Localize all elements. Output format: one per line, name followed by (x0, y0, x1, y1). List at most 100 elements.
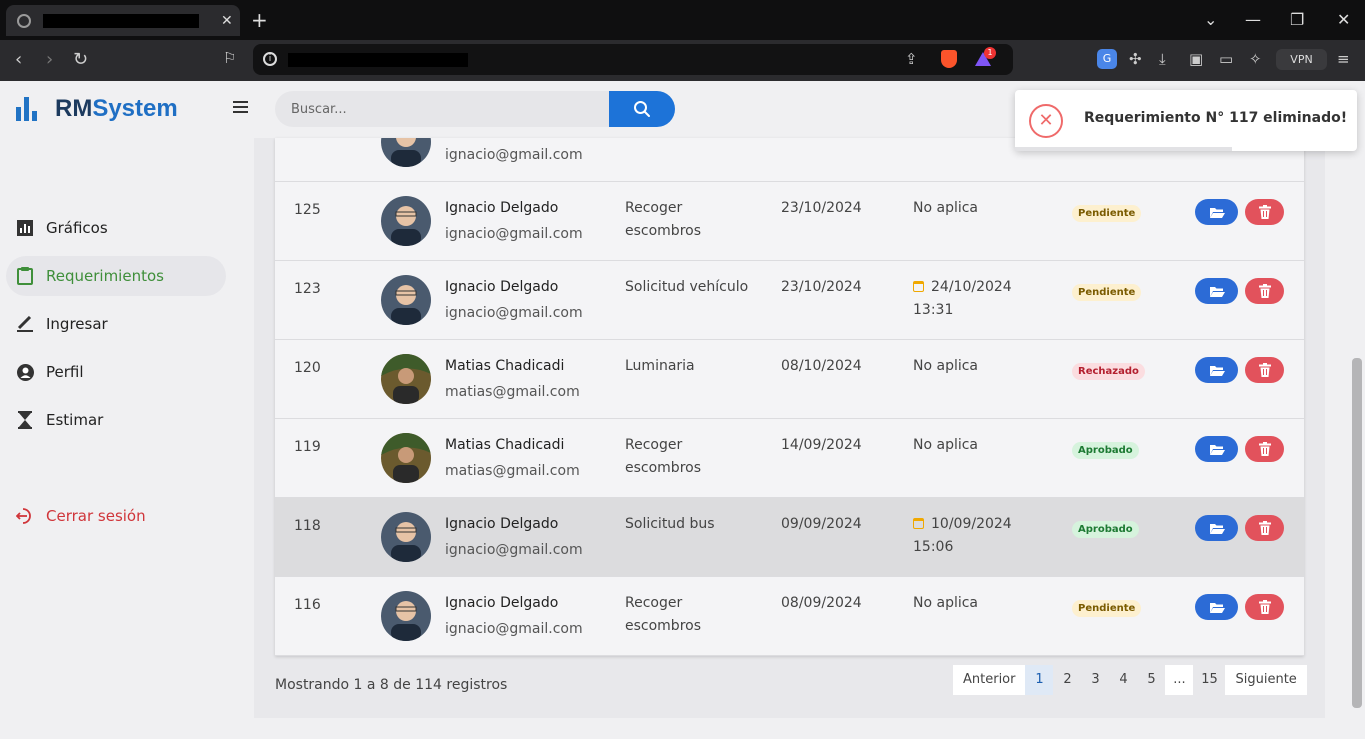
table-cell-email: ignacio@gmail.com (445, 621, 583, 637)
download-icon[interactable]: ⤓ (1159, 50, 1166, 68)
sidebar-item-label: Gráficos (46, 219, 108, 237)
status-badge: Aprobado (1072, 442, 1139, 459)
avatar (381, 354, 431, 404)
close-window-icon[interactable]: ✕ (1337, 10, 1350, 29)
sidebar-item-graficos[interactable]: Gráficos (6, 208, 226, 248)
view-button[interactable] (1195, 515, 1238, 541)
site-info-icon[interactable]: i (263, 52, 277, 66)
share-icon[interactable]: ⇪ (905, 50, 918, 68)
search-button[interactable] (609, 91, 675, 127)
pagination-page[interactable]: 3 (1081, 665, 1109, 695)
view-button[interactable] (1195, 357, 1238, 383)
logout-icon (16, 507, 34, 525)
menu-icon[interactable]: ≡ (1337, 50, 1350, 68)
sidebar-item-label: Estimar (46, 411, 104, 429)
browser-tab[interactable]: ✕ (6, 5, 240, 36)
avatar (381, 138, 431, 167)
calendar-icon (913, 281, 924, 292)
sidebar-item-ingresar[interactable]: Ingresar (6, 304, 226, 344)
brand-name: RMSystem (55, 95, 178, 123)
table-cell-response-text: No aplica (913, 358, 979, 374)
view-button[interactable] (1195, 594, 1238, 620)
translate-extension-icon[interactable]: G (1097, 49, 1117, 69)
logout-button[interactable]: Cerrar sesión (6, 496, 226, 536)
toast-progress-bar (1015, 147, 1232, 151)
table-cell-email: matias@gmail.com (445, 463, 580, 479)
brave-shields-icon[interactable] (941, 50, 957, 68)
delete-button[interactable] (1245, 278, 1284, 304)
maximize-icon[interactable]: ❐ (1290, 10, 1304, 29)
tab-list-chevron-icon[interactable]: ⌄ (1204, 10, 1217, 29)
table-cell-email: matias@gmail.com (445, 384, 580, 400)
vpn-button[interactable]: VPN (1276, 49, 1327, 70)
delete-button[interactable] (1245, 436, 1284, 462)
delete-button[interactable] (1245, 594, 1284, 620)
hamburger-menu-icon[interactable] (233, 101, 248, 116)
pagination-next[interactable]: Siguiente (1225, 665, 1307, 695)
status-badge: Aprobado (1072, 521, 1139, 538)
delete-button[interactable] (1245, 515, 1284, 541)
minimize-icon[interactable]: — (1245, 10, 1261, 29)
extensions-icon[interactable]: ✣ (1129, 50, 1142, 68)
leo-ai-icon[interactable]: ✧ (1249, 50, 1262, 68)
delete-button[interactable] (1245, 357, 1284, 383)
sidebar-item-perfil[interactable]: Perfil (6, 352, 226, 392)
table-cell-id: 120 (294, 360, 321, 376)
clipboard-icon (16, 267, 34, 285)
folder-open-icon (1209, 364, 1225, 377)
pagination-page[interactable]: 15 (1193, 665, 1225, 695)
table-cell-id: 116 (294, 597, 321, 613)
view-button[interactable] (1195, 199, 1238, 225)
sidebar-toggle-icon[interactable]: ▣ (1189, 50, 1203, 68)
toast-message: Requerimiento N° 117 eliminado! (1084, 110, 1348, 126)
pencil-icon (16, 315, 34, 333)
table-cell-response: 24/10/2024 13:31 (913, 276, 1033, 322)
pagination-page[interactable]: 1 (1025, 665, 1054, 695)
table-summary: Mostrando 1 a 8 de 114 registros (275, 677, 508, 693)
pagination-prev[interactable]: Anterior (953, 665, 1026, 695)
pagination-page[interactable]: 2 (1053, 665, 1081, 695)
forward-icon[interactable]: › (46, 49, 53, 70)
pagination-page[interactable]: 5 (1137, 665, 1165, 695)
brand-logo[interactable]: RMSystem (16, 95, 178, 123)
table-cell-response-text: No aplica (913, 200, 979, 216)
table-cell-response: No aplica (913, 592, 1033, 615)
wallet-icon[interactable]: ▭ (1219, 50, 1233, 68)
search-icon (634, 101, 650, 117)
view-button[interactable] (1195, 278, 1238, 304)
table-row: 116 Ignacio Delgado ignacio@gmail.com Recog… (275, 577, 1304, 656)
avatar (381, 512, 431, 562)
table-cell-date: 14/09/2024 (781, 437, 862, 453)
view-button[interactable] (1195, 436, 1238, 462)
pagination: Anterior 1 2 3 4 5 ... 15 Siguiente (953, 665, 1307, 695)
browser-nav-bar: ‹ › ↻ ⚐ i ⇪ 1 G ✣ ⤓ ▣ ▭ ✧ VPN ≡ (0, 40, 1365, 81)
address-bar[interactable]: i ⇪ 1 (253, 44, 1013, 75)
calendar-icon (913, 518, 924, 529)
new-tab-icon[interactable]: + (251, 8, 268, 32)
avatar (381, 196, 431, 246)
table-cell-email: ignacio@gmail.com (445, 305, 583, 321)
hourglass-icon (16, 411, 34, 429)
reload-icon[interactable]: ↻ (73, 49, 88, 70)
close-tab-icon[interactable]: ✕ (221, 13, 233, 29)
back-icon[interactable]: ‹ (15, 49, 22, 70)
scrollbar-thumb[interactable] (1352, 358, 1362, 708)
sidebar-item-label: Requerimientos (46, 267, 164, 285)
table-cell-name: Ignacio Delgado (445, 200, 559, 216)
bar-chart-icon (16, 219, 34, 237)
logo-bars-icon (16, 97, 37, 121)
trash-icon (1258, 205, 1271, 219)
rewards-badge: 1 (984, 47, 996, 59)
sidebar-item-requerimientos[interactable]: Requerimientos (6, 256, 226, 296)
table-cell-response-text: 24/10/2024 13:31 (913, 279, 1012, 318)
delete-button[interactable] (1245, 199, 1284, 225)
bookmark-icon[interactable]: ⚐ (223, 49, 236, 67)
folder-open-icon (1209, 206, 1225, 219)
pagination-page[interactable]: 4 (1109, 665, 1137, 695)
search-input[interactable] (275, 91, 611, 127)
sidebar-item-estimar[interactable]: Estimar (6, 400, 226, 440)
table-cell-date: 08/09/2024 (781, 595, 862, 611)
avatar (381, 433, 431, 483)
trash-icon (1258, 284, 1271, 298)
browser-tab-bar: ✕ + ⌄ — ❐ ✕ (0, 0, 1365, 40)
